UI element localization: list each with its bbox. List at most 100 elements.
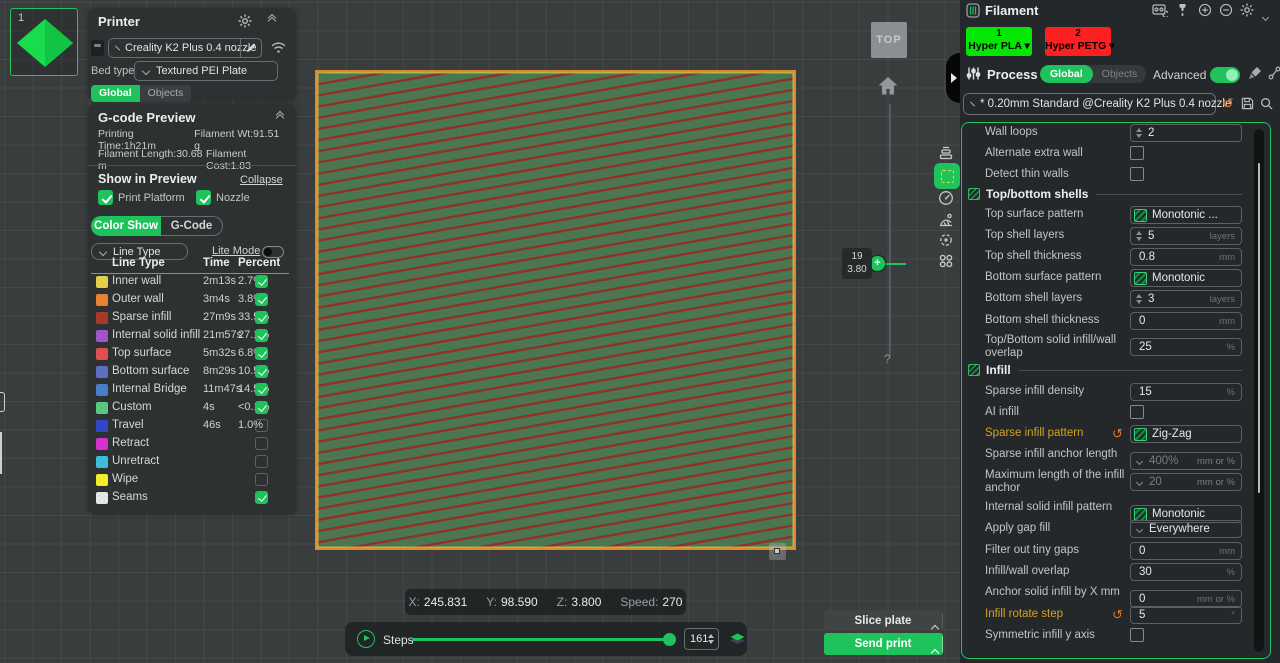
- single-layer-view-icon[interactable]: [729, 631, 746, 647]
- printer-edit-pencil-icon[interactable]: [246, 42, 257, 53]
- bed-type-select[interactable]: Textured PEI Plate: [134, 61, 278, 81]
- filament-settings-gear-icon[interactable]: [1240, 3, 1254, 17]
- setting-reset-icon[interactable]: ↺: [1112, 607, 1123, 623]
- advanced-toggle[interactable]: [1210, 67, 1240, 83]
- plate-thumbnail[interactable]: 1: [10, 8, 78, 76]
- infill-rotate-step-control[interactable]: 5°: [1130, 606, 1242, 624]
- spinner-arrows-icon[interactable]: [1136, 231, 1142, 241]
- top-shell-layers-control[interactable]: 5layers: [1130, 227, 1242, 245]
- bottom-shell-layers-control[interactable]: 3layers: [1130, 290, 1242, 308]
- status-item-label: Z:: [557, 595, 568, 609]
- spinner-arrows-icon[interactable]: [1136, 294, 1142, 304]
- line-type-view-icon[interactable]: [934, 163, 960, 189]
- line-type-visibility-checkbox[interactable]: [255, 437, 268, 450]
- printer-wifi-icon[interactable]: [271, 41, 286, 54]
- detect-thin-walls-checkbox[interactable]: [1130, 167, 1144, 181]
- flush-filament-icon[interactable]: [1176, 3, 1189, 17]
- printer-settings-gear-icon[interactable]: [238, 14, 252, 28]
- line-type-visibility-checkbox[interactable]: [255, 473, 268, 486]
- spinner-arrows-icon[interactable]: [1136, 128, 1142, 138]
- layer-slider-track[interactable]: [889, 104, 891, 357]
- stack-view-icon[interactable]: [938, 145, 954, 161]
- setting-value: Monotonic ...: [1152, 209, 1218, 221]
- setting-label: Maximum length of the infill anchor: [985, 469, 1127, 494]
- tune-compare-icon[interactable]: [1268, 66, 1280, 80]
- process-tab-objects[interactable]: Objects: [1093, 65, 1147, 83]
- steps-spinner-up-icon[interactable]: [708, 634, 714, 638]
- setting-label: Symmetric infill y axis: [985, 629, 1127, 642]
- setting-value: 0.8: [1139, 251, 1155, 263]
- play-button[interactable]: [357, 630, 375, 648]
- line-type-visibility-checkbox[interactable]: [255, 293, 268, 306]
- top-shell-thickness-control[interactable]: 0.8mm: [1130, 248, 1242, 266]
- setting-reset-icon[interactable]: ↺: [1112, 426, 1123, 442]
- send-print-button[interactable]: Send print: [824, 633, 943, 655]
- add-filament-icon[interactable]: [1198, 3, 1212, 17]
- fan-view-icon[interactable]: [938, 212, 954, 228]
- top-surface-pattern-control[interactable]: Monotonic ...: [1130, 206, 1242, 224]
- line-type-visibility-checkbox[interactable]: [255, 383, 268, 396]
- steps-slider-handle[interactable]: [663, 633, 676, 646]
- apply-gap-fill-control[interactable]: Everywhere: [1130, 520, 1242, 538]
- line-type-row: Internal Bridge11m47s14.5%: [88, 382, 296, 400]
- sliced-object-preview[interactable]: [315, 70, 796, 550]
- printer-panel-collapse-icon[interactable]: [269, 15, 275, 24]
- apps-view-icon[interactable]: [938, 253, 954, 269]
- view-cube[interactable]: TOP: [871, 22, 907, 58]
- help-glyph[interactable]: ?: [884, 352, 891, 366]
- tab-global[interactable]: Global: [91, 85, 140, 102]
- filament-chip[interactable]: 2Hyper PETG ▾: [1045, 27, 1111, 56]
- wall-loops-control[interactable]: 2: [1130, 124, 1242, 142]
- line-type-visibility-checkbox[interactable]: [255, 275, 268, 288]
- top-bottom-solid-infill-wall-overlap-control[interactable]: 25%: [1130, 338, 1242, 356]
- sparse-infill-density-control[interactable]: 15%: [1130, 383, 1242, 401]
- filament-chip[interactable]: 1Hyper PLA ▾: [966, 27, 1032, 56]
- line-type-visibility-checkbox[interactable]: [255, 419, 268, 432]
- preset-search-icon[interactable]: [1260, 97, 1273, 110]
- bottom-shell-thickness-control[interactable]: 0mm: [1130, 312, 1242, 330]
- steps-slider-track[interactable]: [412, 638, 672, 641]
- tab-objects[interactable]: Objects: [140, 85, 192, 102]
- setting-row-wall-loops: Wall loops2: [962, 124, 1252, 144]
- filter-out-tiny-gaps-control[interactable]: 0mm: [1130, 542, 1242, 560]
- line-type-row: Bottom surface8m29s10.5%: [88, 364, 296, 382]
- setting-row-infill-rotate-step: Infill rotate step↺5°: [962, 606, 1252, 626]
- line-type-visibility-checkbox[interactable]: [255, 491, 268, 504]
- object-corner-handle[interactable]: [769, 543, 786, 560]
- right-panel-flyout-handle[interactable]: [946, 53, 960, 103]
- layer-slider-handle[interactable]: +: [870, 256, 885, 271]
- infill-wall-overlap-control[interactable]: 30%: [1130, 563, 1242, 581]
- process-preset-select[interactable]: * 0.20mm Standard @Creality K2 Plus 0.4 …: [963, 93, 1216, 115]
- panel-edge-marker[interactable]: [0, 392, 5, 412]
- speed-view-icon[interactable]: [938, 190, 954, 206]
- home-view-icon[interactable]: [877, 76, 899, 96]
- alternate-extra-wall-checkbox[interactable]: [1130, 146, 1144, 160]
- symmetric-infill-y-axis-checkbox[interactable]: [1130, 628, 1144, 642]
- ams-icon[interactable]: [1152, 3, 1168, 17]
- slice-plate-button[interactable]: Slice plate: [824, 610, 943, 631]
- settings-scrollbar-thumb[interactable]: [1258, 163, 1260, 493]
- line-type-visibility-checkbox[interactable]: [255, 365, 268, 378]
- ai-infill-checkbox[interactable]: [1130, 405, 1144, 419]
- send-dropdown-chevron-icon[interactable]: [932, 643, 938, 661]
- filament-collapse-chevron-icon[interactable]: [1263, 7, 1268, 25]
- line-type-visibility-checkbox[interactable]: [255, 329, 268, 342]
- focus-view-icon[interactable]: [938, 232, 954, 248]
- printer-select[interactable]: Creality K2 Plus 0.4 nozzle: [108, 38, 262, 58]
- steps-value-box[interactable]: 161: [684, 628, 719, 650]
- paint-brush-icon[interactable]: [1248, 66, 1262, 80]
- line-type-visibility-checkbox[interactable]: [255, 455, 268, 468]
- line-type-visibility-checkbox[interactable]: [255, 311, 268, 324]
- process-tab-global[interactable]: Global: [1040, 65, 1093, 83]
- maximum-length-of-the-infill-anchor-control[interactable]: 20mm or %: [1130, 473, 1242, 491]
- setting-value: 5: [1148, 230, 1154, 242]
- bottom-surface-pattern-control[interactable]: Monotonic: [1130, 269, 1242, 287]
- remove-filament-icon[interactable]: [1219, 3, 1233, 17]
- sparse-infill-pattern-control[interactable]: Zig-Zag: [1130, 425, 1242, 443]
- line-type-visibility-checkbox[interactable]: [255, 401, 268, 414]
- preset-save-icon[interactable]: [1241, 97, 1254, 110]
- panel-edge-marker[interactable]: [0, 432, 2, 474]
- steps-spinner-down-icon[interactable]: [708, 640, 714, 644]
- preset-reset-icon[interactable]: ↺: [1222, 96, 1234, 110]
- line-type-visibility-checkbox[interactable]: [255, 347, 268, 360]
